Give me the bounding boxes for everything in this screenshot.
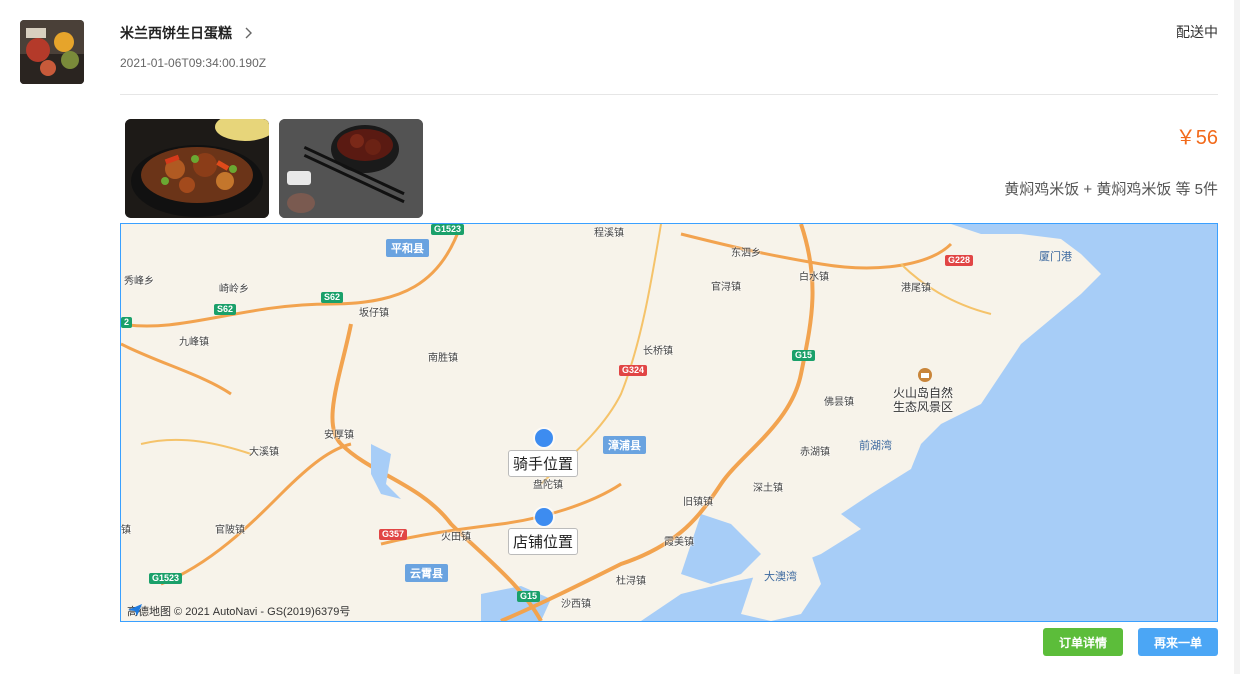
town-label: 盘陀镇 — [533, 480, 563, 491]
town-label: 港尾镇 — [901, 283, 931, 294]
order-price: ￥56 — [1175, 127, 1218, 149]
scenic-line-2: 生态风景区 — [893, 400, 954, 414]
sea-label: 前湖湾 — [859, 440, 892, 452]
scenic-line-1: 火山岛自然 — [893, 386, 954, 400]
shop-avatar — [20, 20, 84, 84]
town-label: 大溪镇 — [249, 447, 279, 458]
scenic-icon — [918, 368, 932, 382]
rider-marker-label: 骑手位置 — [508, 450, 579, 477]
town-label: 赤湖镇 — [800, 447, 830, 458]
map-copyright: 高德地图 © 2021 AutoNavi - GS(2019)6379号 — [127, 603, 350, 619]
shop-name: 米兰西饼生日蛋糕 — [120, 25, 232, 41]
road-shield: G1523 — [431, 224, 465, 235]
town-label: 霞美镇 — [664, 537, 694, 548]
town-label: 火田镇 — [441, 532, 471, 543]
sea-label: 厦门港 — [1039, 251, 1072, 263]
town-label: 沙西镇 — [561, 599, 591, 610]
county-label: 云霄县 — [405, 564, 448, 582]
town-label: 九峰镇 — [179, 337, 209, 348]
town-label: 镇 — [121, 525, 131, 536]
town-label: 杜浔镇 — [616, 576, 646, 587]
county-label: 平和县 — [386, 239, 429, 257]
town-label: 崎岭乡 — [219, 284, 249, 295]
divider — [120, 94, 1218, 95]
food-image-1[interactable] — [125, 119, 269, 218]
reorder-button[interactable]: 再来一单 — [1138, 628, 1218, 656]
town-label: 长桥镇 — [643, 346, 673, 357]
town-label: 官浔镇 — [711, 282, 741, 293]
town-label: 南胜镇 — [428, 353, 458, 364]
rider-marker[interactable] — [535, 429, 553, 447]
amap-logo-icon — [128, 604, 142, 616]
order-summary: 黄焖鸡米饭 + 黄焖鸡米饭 等 5件 — [1004, 181, 1218, 198]
scenic-area-label: 火山岛自然 生态风景区 — [893, 386, 953, 414]
road-shield: G1523 — [149, 573, 183, 584]
shop-link[interactable]: 米兰西饼生日蛋糕 — [120, 23, 256, 43]
town-label: 秀峰乡 — [124, 276, 154, 287]
town-label: 程溪镇 — [594, 228, 624, 239]
town-label: 深土镇 — [753, 483, 783, 494]
shop-marker-label: 店铺位置 — [508, 528, 579, 555]
shop-marker[interactable] — [535, 508, 553, 526]
order-detail-button[interactable]: 订单详情 — [1043, 628, 1123, 656]
chevron-right-icon — [245, 27, 252, 39]
food-image-2[interactable] — [279, 119, 423, 218]
town-label: 白水镇 — [799, 272, 829, 283]
road-shield: S62 — [321, 292, 344, 303]
road-shield: 2 — [121, 317, 133, 328]
order-status: 配送中 — [1176, 24, 1218, 40]
town-label: 佛昙镇 — [824, 397, 854, 408]
map-base — [121, 224, 1217, 621]
road-shield: S62 — [214, 304, 237, 315]
town-label: 安厚镇 — [324, 430, 354, 441]
town-label: 旧镇镇 — [683, 497, 713, 508]
map-copyright-text: 高德地图 © 2021 AutoNavi - GS(2019)6379号 — [127, 606, 351, 618]
road-shield: G357 — [379, 529, 408, 540]
sea-label: 大澳湾 — [764, 571, 797, 583]
road-shield: G228 — [945, 255, 974, 266]
county-label: 漳浦县 — [603, 436, 646, 454]
scrollbar-track[interactable] — [1234, 0, 1240, 674]
order-time: 2021-01-06T09:34:00.190Z — [120, 56, 267, 70]
delivery-map[interactable]: 平和县 漳浦县 云霄县 厦门港 前湖湾 大澳湾 火山岛自然 生态风景区 秀峰乡 … — [120, 223, 1218, 622]
town-label: 坂仔镇 — [359, 308, 389, 319]
road-shield: G15 — [792, 350, 816, 361]
road-shield: G15 — [517, 591, 541, 602]
road-shield: G324 — [619, 365, 648, 376]
town-label: 东泗乡 — [731, 248, 761, 259]
town-label: 官陂镇 — [215, 525, 245, 536]
